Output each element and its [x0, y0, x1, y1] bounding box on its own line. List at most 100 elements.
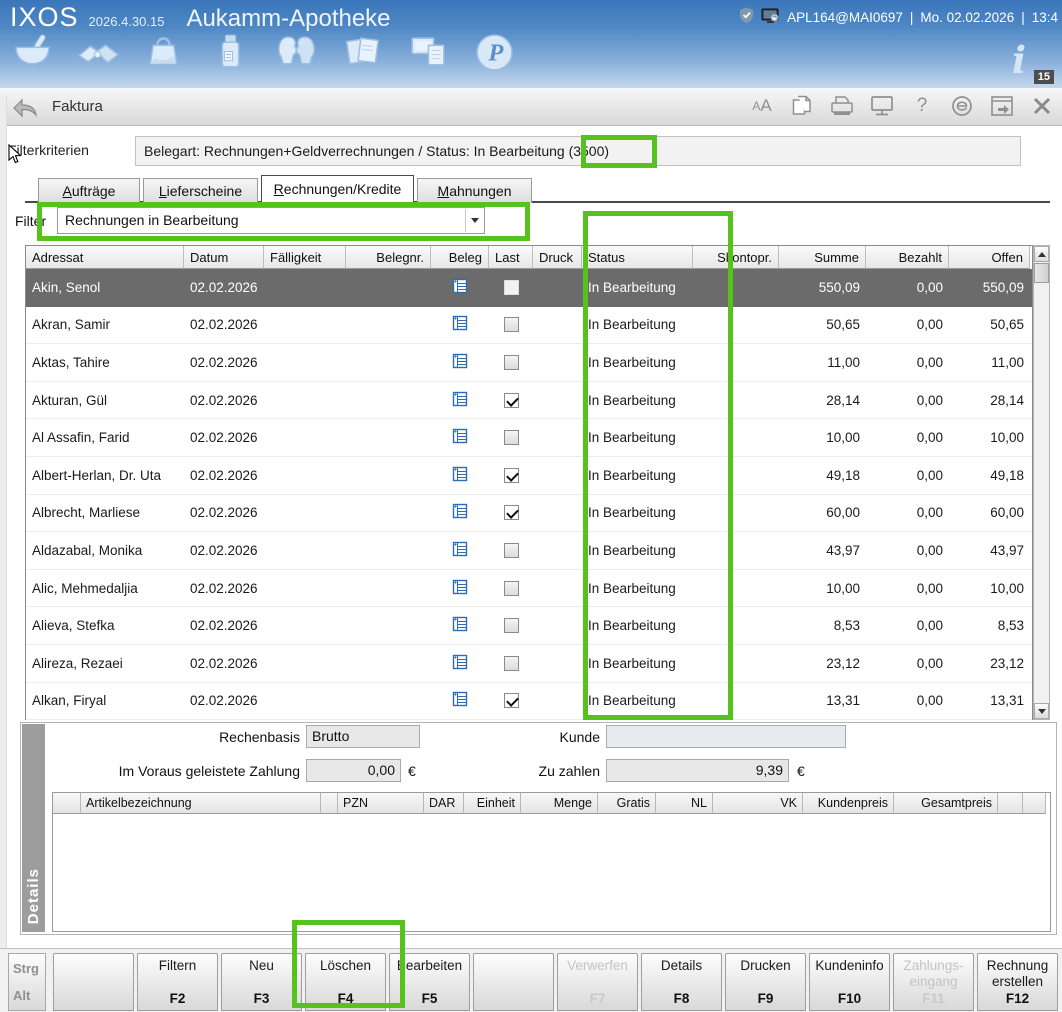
- tab-auftraege[interactable]: Aufträge: [38, 178, 140, 203]
- col-header-kundenpreis[interactable]: Kundenpreis: [803, 793, 894, 814]
- last-checkbox[interactable]: [504, 543, 519, 558]
- kundeninfo-button[interactable]: KundeninfoF10: [809, 953, 890, 1011]
- last-checkbox[interactable]: [504, 505, 519, 520]
- beleg-document-icon[interactable]: [452, 315, 468, 334]
- zu-zahlen-field[interactable]: 9,39: [606, 759, 789, 782]
- last-checkbox[interactable]: [504, 280, 519, 295]
- filter-dropdown[interactable]: Rechnungen in Bearbeitung: [57, 207, 485, 234]
- details-button[interactable]: DetailsF8: [641, 953, 722, 1011]
- col-header-adressat[interactable]: Adressat: [26, 246, 184, 269]
- col-header-gratis[interactable]: Gratis: [598, 793, 656, 814]
- beleg-document-icon[interactable]: [452, 466, 468, 485]
- handshake-icon[interactable]: [76, 30, 121, 75]
- zahlungseingang-button[interactable]: Zahlungs-eingangF11: [893, 953, 974, 1011]
- table-scrollbar[interactable]: [1033, 245, 1050, 720]
- col-header-artikelbezeichnung[interactable]: Artikelbezeichnung: [81, 793, 321, 814]
- beleg-document-icon[interactable]: [452, 503, 468, 522]
- shopping-bag-icon[interactable]: [142, 30, 187, 75]
- last-checkbox[interactable]: [504, 393, 519, 408]
- col-header-skontopr[interactable]: Skontopr.: [693, 246, 779, 269]
- rechnung-erstellen-button[interactable]: Rechnung erstellenF12: [977, 953, 1058, 1011]
- col-header-menge[interactable]: Menge: [521, 793, 598, 814]
- col-header-gesamtpreis[interactable]: Gesamtpreis: [894, 793, 998, 814]
- beleg-document-icon[interactable]: [452, 278, 468, 297]
- scroll-down-icon[interactable]: [1034, 703, 1049, 719]
- col-header-datum[interactable]: Datum: [184, 246, 264, 269]
- col-header-bezahlt[interactable]: Bezahlt: [866, 246, 949, 269]
- invoice-row[interactable]: Albert-Herlan, Dr. Uta 02.02.2026 In Bea…: [26, 457, 1032, 495]
- last-checkbox[interactable]: [504, 618, 519, 633]
- col-header-status[interactable]: Status: [582, 246, 693, 269]
- invoice-row[interactable]: Akin, Senol 02.02.2026 In Bearbeitung 55…: [26, 269, 1032, 307]
- kunde-field[interactable]: [606, 725, 846, 748]
- invoice-row[interactable]: Aktas, Tahire 02.02.2026 In Bearbeitung …: [26, 344, 1032, 382]
- beleg-document-icon[interactable]: [452, 654, 468, 673]
- last-checkbox[interactable]: [504, 430, 519, 445]
- last-checkbox[interactable]: [504, 581, 519, 596]
- print-icon[interactable]: [830, 94, 854, 118]
- beleg-document-icon[interactable]: [452, 616, 468, 635]
- workstation-icon[interactable]: [406, 30, 451, 75]
- beleg-document-icon[interactable]: [452, 391, 468, 410]
- invoice-row[interactable]: Albrecht, Marliese 02.02.2026 In Bearbei…: [26, 495, 1032, 533]
- info-icon[interactable]: i 15: [1012, 40, 1046, 84]
- empty-button-f1[interactable]: [53, 953, 134, 1011]
- verwerfen-button[interactable]: VerwerfenF7: [557, 953, 638, 1011]
- col-header-beleg[interactable]: Beleg: [431, 246, 489, 269]
- filtern-button[interactable]: FilternF2: [137, 953, 218, 1011]
- col-header-pzn[interactable]: PZN: [338, 793, 424, 814]
- beleg-document-icon[interactable]: [452, 691, 468, 710]
- last-checkbox[interactable]: [504, 355, 519, 370]
- vorauszahlung-field[interactable]: 0,00: [306, 759, 401, 782]
- neu-button[interactable]: NeuF3: [221, 953, 302, 1011]
- rechenbasis-field[interactable]: Brutto: [306, 725, 420, 748]
- invoice-row[interactable]: Aldazabal, Monika 02.02.2026 In Bearbeit…: [26, 532, 1032, 570]
- invoice-row[interactable]: Alkan, Firyal 02.02.2026 In Bearbeitung …: [26, 683, 1032, 720]
- col-header-nl[interactable]: NL: [656, 793, 713, 814]
- window-switch-icon[interactable]: [990, 94, 1014, 118]
- last-checkbox[interactable]: [504, 468, 519, 483]
- invoice-row[interactable]: Al Assafin, Farid 02.02.2026 In Bearbeit…: [26, 419, 1032, 457]
- help-icon[interactable]: ?: [910, 94, 934, 118]
- col-header-summe[interactable]: Summe: [779, 246, 866, 269]
- col-header-druck[interactable]: Druck: [533, 246, 582, 269]
- details-side-tab[interactable]: Details: [22, 724, 45, 932]
- medicine-bottle-icon[interactable]: [208, 30, 253, 75]
- beleg-document-icon[interactable]: [452, 579, 468, 598]
- mortar-pestle-icon[interactable]: [10, 30, 55, 75]
- col-header-faelligkeit[interactable]: Fälligkeit: [264, 246, 346, 269]
- invoice-row[interactable]: Alieva, Stefka 02.02.2026 In Bearbeitung…: [26, 607, 1032, 645]
- col-header-last[interactable]: Last: [489, 246, 533, 269]
- col-header-belegnr[interactable]: Belegnr.: [346, 246, 431, 269]
- drucken-button[interactable]: DruckenF9: [725, 953, 806, 1011]
- last-checkbox[interactable]: [504, 656, 519, 671]
- documents-icon[interactable]: [340, 30, 385, 75]
- col-header-einheit[interactable]: Einheit: [464, 793, 521, 814]
- scrollbar-thumb[interactable]: [1034, 263, 1049, 283]
- loeschen-button[interactable]: LöschenF4: [305, 953, 386, 1011]
- tab-lieferscheine[interactable]: Lieferscheine: [143, 178, 258, 203]
- invoice-row[interactable]: Alireza, Rezaei 02.02.2026 In Bearbeitun…: [26, 645, 1032, 683]
- monitor-icon[interactable]: [870, 94, 894, 118]
- last-checkbox[interactable]: [504, 693, 519, 708]
- dropdown-arrow-icon[interactable]: [465, 209, 483, 232]
- last-checkbox[interactable]: [504, 317, 519, 332]
- scroll-up-icon[interactable]: [1034, 246, 1049, 262]
- back-icon[interactable]: [10, 95, 38, 124]
- copy-icon[interactable]: [790, 94, 814, 118]
- p-logo-icon[interactable]: P: [472, 30, 517, 75]
- close-icon[interactable]: [1030, 94, 1054, 118]
- invoice-row[interactable]: Akturan, Gül 02.02.2026 In Bearbeitung 2…: [26, 382, 1032, 420]
- filterkriterien-field[interactable]: Belegart: Rechnungen+Geldverrechnungen /…: [135, 136, 1021, 166]
- empty-button-f6[interactable]: [473, 953, 554, 1011]
- beleg-document-icon[interactable]: [452, 353, 468, 372]
- beleg-document-icon[interactable]: [452, 428, 468, 447]
- font-size-icon[interactable]: AA: [750, 94, 774, 118]
- invoice-row[interactable]: Alic, Mehmedaljia 02.02.2026 In Bearbeit…: [26, 570, 1032, 608]
- col-header-vk[interactable]: VK: [713, 793, 803, 814]
- bearbeiten-button[interactable]: BearbeitenF5: [389, 953, 470, 1011]
- col-header-offen[interactable]: Offen: [949, 246, 1030, 269]
- beleg-document-icon[interactable]: [452, 541, 468, 560]
- invoice-row[interactable]: Akran, Samir 02.02.2026 In Bearbeitung 5…: [26, 307, 1032, 345]
- email-icon[interactable]: [950, 94, 974, 118]
